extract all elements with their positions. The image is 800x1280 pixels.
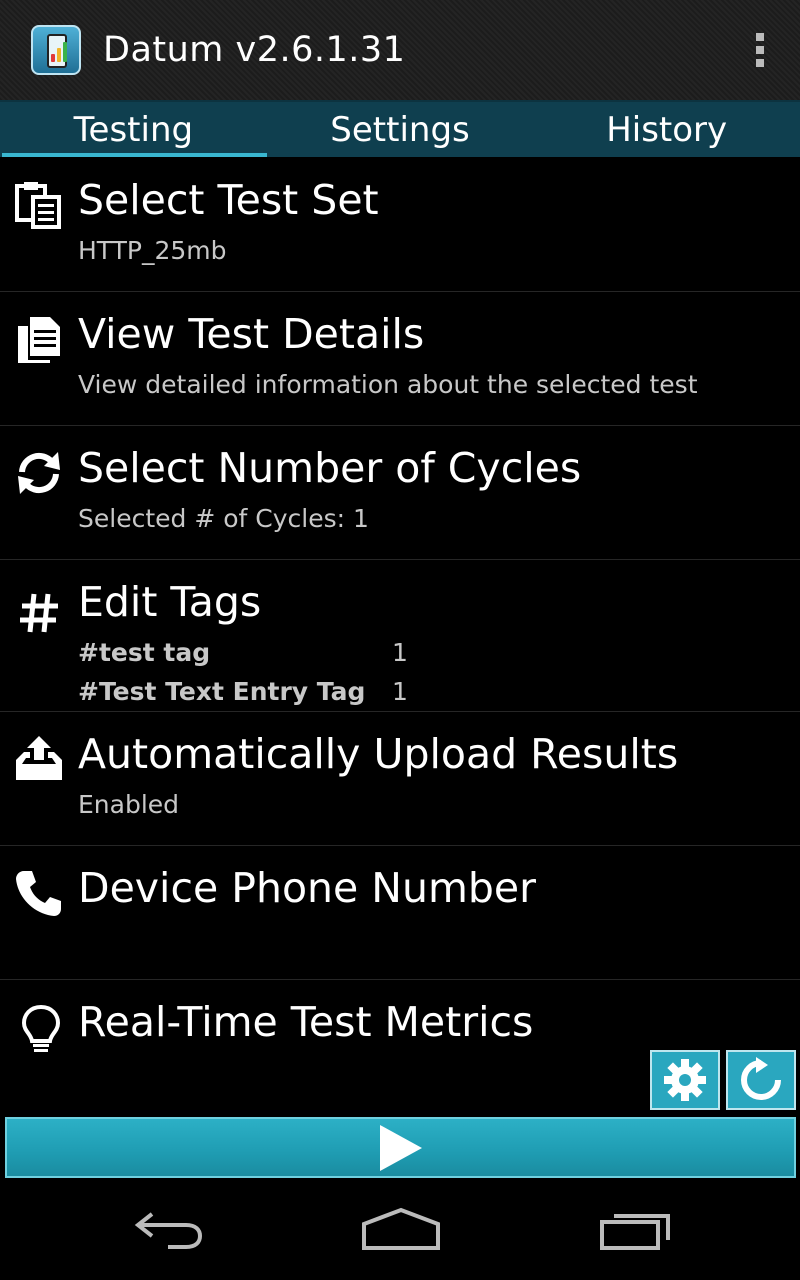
list-item-phone-number[interactable]: Device Phone Number	[0, 846, 800, 980]
settings-list: Select Test Set HTTP_25mb View Test Deta…	[0, 158, 800, 1060]
settings-gear-button[interactable]	[650, 1050, 720, 1110]
edit-tags-title: Edit Tags	[78, 578, 262, 626]
document-icon	[18, 317, 60, 363]
tag-list: #test tag 1 #Test Text Entry Tag 1	[78, 638, 418, 716]
system-nav-bar	[0, 1184, 800, 1280]
overflow-menu-icon[interactable]	[756, 33, 766, 69]
tag-name: #test tag	[78, 638, 211, 667]
tag-name: #Test Text Entry Tag	[78, 677, 366, 706]
select-test-set-title: Select Test Set	[78, 176, 379, 224]
play-icon	[379, 1124, 422, 1171]
lightbulb-icon	[21, 1004, 61, 1052]
select-test-set-value: HTTP_25mb	[78, 236, 227, 265]
tag-count: 1	[392, 638, 408, 667]
hashtag-icon	[20, 593, 58, 633]
select-cycles-value: Selected # of Cycles: 1	[78, 504, 369, 533]
refresh-icon	[18, 452, 60, 494]
recents-icon[interactable]	[598, 1204, 674, 1254]
reload-icon	[741, 1057, 781, 1100]
tag-row: #Test Text Entry Tag 1	[78, 677, 418, 716]
select-cycles-title: Select Number of Cycles	[78, 444, 582, 492]
app-title: Datum v2.6.1.31	[103, 30, 406, 70]
view-test-details-desc: View detailed information about the sele…	[78, 370, 698, 399]
tab-testing[interactable]: Testing	[0, 102, 267, 157]
gear-icon	[664, 1059, 706, 1101]
view-test-details-title: View Test Details	[78, 310, 425, 358]
home-icon[interactable]	[360, 1204, 442, 1254]
upload-icon	[16, 736, 62, 780]
list-item-select-cycles[interactable]: Select Number of Cycles Selected # of Cy…	[0, 426, 800, 560]
tab-settings[interactable]: Settings	[267, 102, 534, 157]
list-item-select-test-set[interactable]: Select Test Set HTTP_25mb	[0, 158, 800, 292]
back-icon[interactable]	[130, 1204, 206, 1254]
clipboard-icon	[15, 182, 61, 229]
tab-history[interactable]: History	[533, 102, 800, 157]
tag-row: #test tag 1	[78, 638, 418, 677]
start-test-button[interactable]	[5, 1117, 796, 1178]
app-logo-icon	[31, 25, 81, 75]
tab-bar: Testing Settings History	[0, 100, 800, 157]
auto-upload-status: Enabled	[78, 790, 180, 819]
reload-button[interactable]	[726, 1050, 796, 1110]
phone-icon	[16, 871, 61, 916]
tag-count: 1	[392, 677, 408, 706]
list-item-edit-tags[interactable]: Edit Tags #test tag 1 #Test Text Entry T…	[0, 560, 800, 712]
list-item-auto-upload[interactable]: Automatically Upload Results Enabled	[0, 712, 800, 846]
auto-upload-title: Automatically Upload Results	[78, 730, 679, 778]
phone-number-title: Device Phone Number	[78, 864, 536, 912]
list-item-metrics[interactable]: Real-Time Test Metrics	[0, 980, 800, 1060]
metrics-title: Real-Time Test Metrics	[78, 998, 534, 1046]
list-item-view-test-details[interactable]: View Test Details View detailed informat…	[0, 292, 800, 426]
action-bar: Datum v2.6.1.31	[0, 0, 800, 100]
